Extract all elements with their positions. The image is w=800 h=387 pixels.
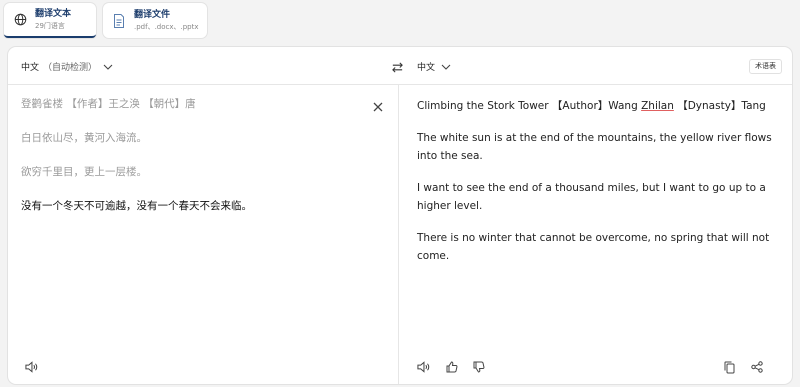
source-speak-button[interactable]	[25, 361, 38, 373]
source-line: 登鹳雀楼 【作者】王之涣 【朝代】唐	[21, 97, 381, 111]
translator-panel: 中文 （自动检测） 中文 术语表 登鹳雀楼 【作者】王之涣 【朝代】唐 白日依山…	[8, 47, 792, 384]
tab-translate-text[interactable]: 翻译文本 29门语言	[4, 3, 96, 38]
chevron-down-icon	[103, 64, 113, 70]
tab-translate-text-subtitle: 29门语言	[35, 21, 65, 30]
source-line: 没有一个冬天不可逾越，没有一个春天不会来临。	[21, 200, 252, 212]
language-bar: 中文 （自动检测） 中文 术语表	[8, 47, 792, 85]
tab-translate-text-title: 翻译文本	[35, 8, 72, 19]
globe-icon	[13, 13, 27, 27]
translation-title: Climbing the Stork Tower	[417, 100, 549, 112]
copy-button[interactable]	[724, 361, 735, 374]
speaker-icon	[25, 361, 38, 373]
clear-text-button[interactable]	[373, 97, 383, 116]
translation-line: There is no winter that cannot be overco…	[417, 232, 770, 262]
share-icon	[751, 361, 763, 373]
source-line: 欲穷千里目，更上一层楼。	[21, 166, 147, 178]
source-language-select[interactable]: 中文 （自动检测）	[21, 60, 113, 73]
swap-languages-button[interactable]	[391, 59, 404, 78]
target-language-label: 中文	[417, 63, 436, 73]
thumbs-down-icon	[473, 361, 485, 373]
thumbs-down-button[interactable]	[473, 361, 485, 373]
translation-author-name: Zhilan	[641, 100, 674, 112]
translation-output: Climbing the Stork Tower 【Author】Wang Zh…	[417, 97, 779, 279]
tab-translate-file-title: 翻译文件	[134, 9, 171, 20]
swap-icon	[392, 62, 403, 73]
tab-translate-file-subtitle: .pdf、.docx、.pptx	[134, 22, 199, 31]
translation-title-line: Climbing the Stork Tower 【Author】Wang Zh…	[417, 97, 779, 115]
source-title: 登鹳雀楼	[21, 98, 63, 110]
translation-line: The white sun is at the end of the mount…	[417, 132, 772, 162]
chevron-down-icon	[441, 64, 451, 70]
translation-dynasty: 【Dynasty】Tang	[677, 100, 766, 112]
close-icon	[373, 102, 383, 112]
source-text-area[interactable]: 登鹳雀楼 【作者】王之涣 【朝代】唐 白日依山尽，黄河入海流。 欲穷千里目，更上…	[21, 97, 381, 233]
share-button[interactable]	[751, 361, 763, 373]
auto-detect-hint: （自动检测）	[43, 63, 98, 73]
translation-author: 【Author】Wang	[551, 100, 638, 112]
target-speak-button[interactable]	[417, 361, 430, 373]
source-line: 白日依山尽，黄河入海流。	[21, 132, 147, 144]
tab-translate-file[interactable]: 翻译文件 .pdf、.docx、.pptx	[103, 3, 207, 38]
speaker-icon	[417, 361, 430, 373]
translation-line: I want to see the end of a thousand mile…	[417, 182, 766, 212]
source-dynasty: 【朝代】唐	[143, 98, 196, 110]
thumbs-up-icon	[446, 361, 458, 373]
copy-icon	[724, 361, 735, 374]
panel-divider	[398, 85, 399, 384]
document-icon	[112, 13, 126, 28]
target-language-select[interactable]: 中文	[417, 60, 451, 73]
source-author: 【作者】王之涣	[66, 98, 140, 110]
glossary-button[interactable]: 术语表	[749, 59, 782, 74]
thumbs-up-button[interactable]	[446, 361, 458, 373]
source-language-label: 中文	[21, 63, 40, 73]
